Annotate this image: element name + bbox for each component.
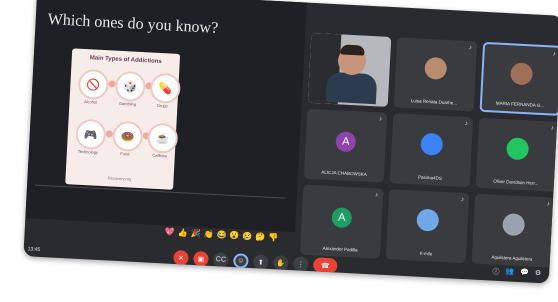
reaction-sad-icon[interactable]: 😢 [242,232,252,243]
mic-muted-icon: ♪ [552,51,556,58]
activities-icon[interactable]: ⚙ [535,269,542,279]
mic-muted-icon: ♪ [550,125,554,132]
alcohol-icon: 🚫 [77,68,110,101]
participant-video [325,71,378,105]
addiction-label: Caffeine [152,152,168,159]
avatar: A [331,207,353,229]
reaction-heart-icon[interactable]: 💖 [165,227,175,238]
addiction-label: Alcohol [83,99,98,105]
participant-tile[interactable]: ♪ A Alexander Padilla [299,184,384,259]
avatar [502,213,526,237]
addiction-label: Drugs [156,102,168,109]
participant-tile[interactable]: ♪ Aguilstera Aguilstera [471,193,556,268]
emoji-button[interactable]: ☺ [233,253,249,269]
reaction-party-icon[interactable]: 🎉 [190,229,200,240]
mic-muted-icon: ♪ [468,45,472,52]
mic-muted-icon: ♪ [378,116,383,123]
mic-muted-icon: ♪ [460,196,465,204]
participant-tile-active[interactable]: ♪ MARIA FERNANDA G... [479,41,558,116]
reaction-clap-icon[interactable]: 👏 [203,229,213,240]
mic-off-button[interactable]: ✕ [173,249,189,266]
meeting-window: Which ones do you know? Main Types of Ad… [23,0,558,284]
chat-icon[interactable]: 💬 [520,268,529,278]
more-options-button[interactable]: ⋮ [292,256,309,272]
participant-tile[interactable]: ♪ A ALICJA CHABOWSKA [303,108,388,183]
leave-call-button[interactable]: ☎ [312,257,338,274]
technology-icon: 🎮 [75,118,107,151]
raise-hand-icon: ✋ [276,259,286,268]
participant-name: Oliver Davidson Herr... [493,178,539,186]
participant-name: Luisa Renata Duarhe... [410,98,458,106]
card-title: Main Types of Addictions [89,55,162,66]
slide-card: Main Types of Addictions 🚫 Alcohol 🎲 Gam… [65,48,182,190]
meeting-time: 13:45 [27,246,41,253]
avatar [420,132,444,157]
participant-name: Aguilstera Aguilstera [491,254,533,262]
participant-tile[interactable]: ♪ Luisa Renata Duarhe... [393,37,478,112]
reaction-laugh-icon[interactable]: 😂 [216,230,226,241]
avatar: A [335,131,357,153]
participant-tile-camera[interactable] [307,32,392,107]
captions-icon: CC [215,256,227,264]
mic-muted-icon: ♪ [546,201,550,208]
avatar [416,208,440,232]
participant-tile[interactable]: ♪ Pasima4DS [389,113,474,188]
participant-name: ALICJA CHABOWSKA [321,169,367,177]
captions-button[interactable]: CC [213,252,229,268]
more-options-icon: ⋮ [297,260,305,269]
mic-off-icon: ✕ [177,254,185,262]
avatar [506,137,530,161]
present-button[interactable]: ⬆ [252,254,269,270]
food-icon: 🍩 [111,120,144,153]
addiction-label: Technology [77,148,99,155]
leave-call-icon: ☎ [320,262,330,270]
reaction-thumbs-down-icon[interactable]: 👎 [268,233,278,244]
addiction-label: Gambling [118,100,137,107]
card-footer: Recovery.org [107,175,132,182]
addiction-label: Food [120,150,130,157]
people-icon[interactable]: 👥 [505,267,514,277]
present-icon: ⬆ [257,258,264,267]
info-icon[interactable]: ⓘ [492,267,500,277]
raise-hand-button[interactable]: ✋ [272,255,289,271]
participant-name: MARIA FERNANDA G... [495,100,545,109]
participant-video [340,44,365,56]
participant-tile[interactable]: ♪ Oliver Davidson Herr... [475,117,558,192]
gambling-icon: 🎲 [114,70,147,103]
participant-name: Pasima4DS [417,174,442,181]
camera-off-icon: ▣ [197,255,205,264]
reaction-surprised-icon[interactable]: 😮 [229,231,239,242]
camera-off-button[interactable]: ▣ [193,250,209,267]
corner-controls: ⓘ 👥 💬 ⚙ [492,267,541,280]
emoji-icon: ☺ [237,257,245,265]
mic-muted-icon: ♪ [374,192,379,199]
caffeine-icon: ☕ [146,122,179,154]
mic-muted-icon: ♪ [464,120,469,128]
participant-tile[interactable]: ♪ K-mile [385,189,470,264]
avatar [509,62,534,86]
slide-title: Which ones do you know? [47,11,219,37]
reaction-thinking-icon[interactable]: 🤔 [255,232,265,243]
participant-name: K-mile [419,250,433,257]
reaction-thumbs-up-icon[interactable]: 👍 [177,228,188,239]
participant-name: Alexander Padilla [322,245,358,253]
avatar [424,57,448,81]
presentation-area: Which ones do you know? Main Types of Ad… [25,0,308,233]
drugs-icon: 💊 [149,72,182,105]
